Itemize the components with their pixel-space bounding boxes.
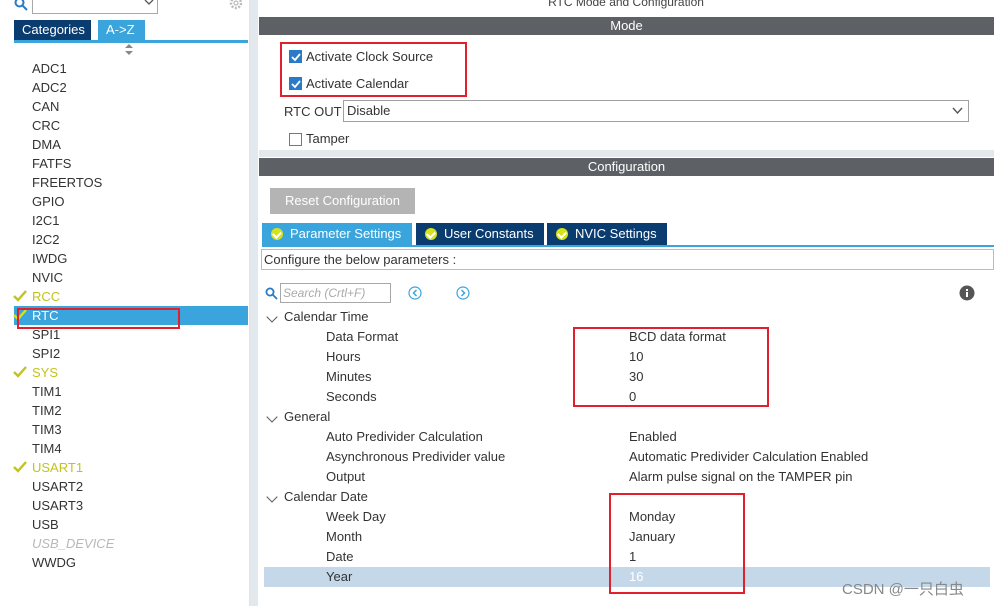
check-circle-icon — [556, 228, 568, 240]
parameter-name: Output — [326, 469, 366, 484]
peripheral-item[interactable]: FATFS — [32, 154, 232, 173]
tab-label: NVIC Settings — [575, 226, 657, 241]
peripheral-item[interactable]: USB — [32, 515, 232, 534]
chevron-down-icon — [952, 107, 963, 115]
peripheral-item[interactable]: SPI2 — [32, 344, 232, 363]
gear-icon[interactable] — [228, 0, 244, 11]
tab-nvic-settings[interactable]: NVIC Settings — [547, 223, 667, 245]
section-separator — [259, 150, 994, 157]
parameter-value[interactable]: Enabled — [629, 427, 677, 447]
previous-icon[interactable] — [408, 286, 422, 303]
next-icon[interactable] — [456, 286, 470, 303]
parameter-value[interactable]: Automatic Predivider Calculation Enabled — [629, 447, 868, 467]
tab-underline — [14, 40, 248, 43]
configuration-bar: Configuration — [259, 158, 994, 176]
tab-label: Parameter Settings — [290, 226, 402, 241]
peripheral-item[interactable]: GPIO — [32, 192, 232, 211]
page-title: RTC Mode and Configuration — [548, 0, 704, 9]
peripheral-item[interactable]: I2C1 — [32, 211, 232, 230]
tab-parameter-settings[interactable]: Parameter Settings — [262, 223, 412, 245]
parameter-name: Asynchronous Predivider value — [326, 449, 506, 464]
peripheral-item[interactable]: DMA — [32, 135, 232, 154]
peripheral-item[interactable]: RCC — [32, 287, 232, 306]
peripheral-item[interactable]: FREERTOS — [32, 173, 232, 192]
peripheral-item[interactable]: WWDG — [32, 553, 232, 572]
search-icon[interactable] — [14, 0, 28, 11]
peripheral-item[interactable]: TIM4 — [32, 439, 232, 458]
tab-user-constants[interactable]: User Constants — [416, 223, 544, 245]
tab-a-to-z[interactable]: A->Z — [98, 20, 145, 40]
rtc-out-value: Disable — [347, 103, 391, 118]
parameter-name: Data Format — [326, 329, 399, 344]
mode-bar: Mode — [259, 17, 994, 35]
highlight-box-mode — [280, 42, 467, 97]
highlight-box-rtc — [17, 308, 180, 329]
search-icon — [265, 287, 278, 303]
info-icon[interactable] — [959, 285, 975, 304]
rtc-out-select[interactable]: Disable — [343, 100, 969, 122]
parameter-name: Year — [326, 569, 353, 584]
peripheral-item[interactable]: I2C2 — [32, 230, 232, 249]
parameter-name: Auto Predivider Calculation — [326, 429, 483, 444]
watermark: CSDN @一只白虫 — [842, 581, 964, 598]
parameter-group[interactable]: Calendar Time — [264, 307, 990, 327]
reset-configuration-button[interactable]: Reset Configuration — [270, 188, 415, 214]
parameter-group-label: General — [284, 409, 331, 424]
chevron-down-icon[interactable] — [266, 491, 278, 503]
highlight-box-calendar-time — [573, 327, 769, 407]
check-icon — [13, 366, 27, 378]
parameter-group[interactable]: General — [264, 407, 990, 427]
parameter-name: Month — [326, 529, 363, 544]
check-circle-icon — [271, 228, 283, 240]
tamper-label: Tamper — [306, 131, 350, 146]
parameter-name: Hours — [326, 349, 361, 364]
check-icon — [13, 290, 27, 302]
parameter-row[interactable]: Auto Predivider Calculation Enabled — [264, 427, 990, 447]
tab-underline — [262, 245, 994, 247]
peripheral-item[interactable]: NVIC — [32, 268, 232, 287]
chevron-down-icon[interactable] — [266, 311, 278, 323]
configure-hint: Configure the below parameters : — [261, 249, 994, 270]
parameter-name: Minutes — [326, 369, 372, 384]
highlight-box-calendar-date — [609, 493, 745, 594]
tamper-checkbox[interactable] — [289, 133, 302, 146]
peripheral-panel: Categories A->Z ADC1 ADC2 CAN CRC DMA FATFS FR… — [0, 0, 250, 606]
peripheral-item[interactable]: ADC2 — [32, 78, 232, 97]
peripheral-search-input[interactable] — [32, 0, 158, 14]
rtc-out-label: RTC OUT — [284, 104, 342, 119]
parameter-name: Week Day — [326, 509, 386, 524]
peripheral-item[interactable]: ADC1 — [32, 59, 232, 78]
peripheral-item[interactable]: USART2 — [32, 477, 232, 496]
peripheral-item[interactable]: TIM1 — [32, 382, 232, 401]
check-circle-icon — [425, 228, 437, 240]
parameter-group-label: Calendar Time — [284, 309, 369, 324]
chevron-down-icon[interactable] — [266, 411, 278, 423]
parameter-search-input[interactable]: Search (Crtl+F) — [280, 283, 391, 303]
tab-label: User Constants — [444, 226, 534, 241]
peripheral-item[interactable]: CAN — [32, 97, 232, 116]
peripheral-item[interactable]: USB_DEVICE — [32, 534, 232, 553]
parameter-row[interactable]: Asynchronous Predivider value Automatic P… — [264, 447, 990, 467]
parameter-name: Seconds — [326, 389, 377, 404]
peripheral-item[interactable]: SYS — [32, 363, 232, 382]
check-icon — [13, 461, 27, 473]
peripheral-item[interactable]: TIM2 — [32, 401, 232, 420]
sort-icon[interactable] — [125, 44, 133, 56]
parameter-row[interactable]: Output Alarm pulse signal on the TAMPER p… — [264, 467, 990, 487]
panel-divider[interactable] — [250, 0, 258, 606]
peripheral-item[interactable]: TIM3 — [32, 420, 232, 439]
peripheral-item[interactable]: IWDG — [32, 249, 232, 268]
peripheral-item[interactable]: USART3 — [32, 496, 232, 515]
parameter-value[interactable]: Alarm pulse signal on the TAMPER pin — [629, 467, 853, 487]
tab-categories[interactable]: Categories — [14, 20, 91, 40]
peripheral-item[interactable]: CRC — [32, 116, 232, 135]
parameter-name: Date — [326, 549, 354, 564]
parameter-group-label: Calendar Date — [284, 489, 368, 504]
peripheral-item[interactable]: USART1 — [32, 458, 232, 477]
